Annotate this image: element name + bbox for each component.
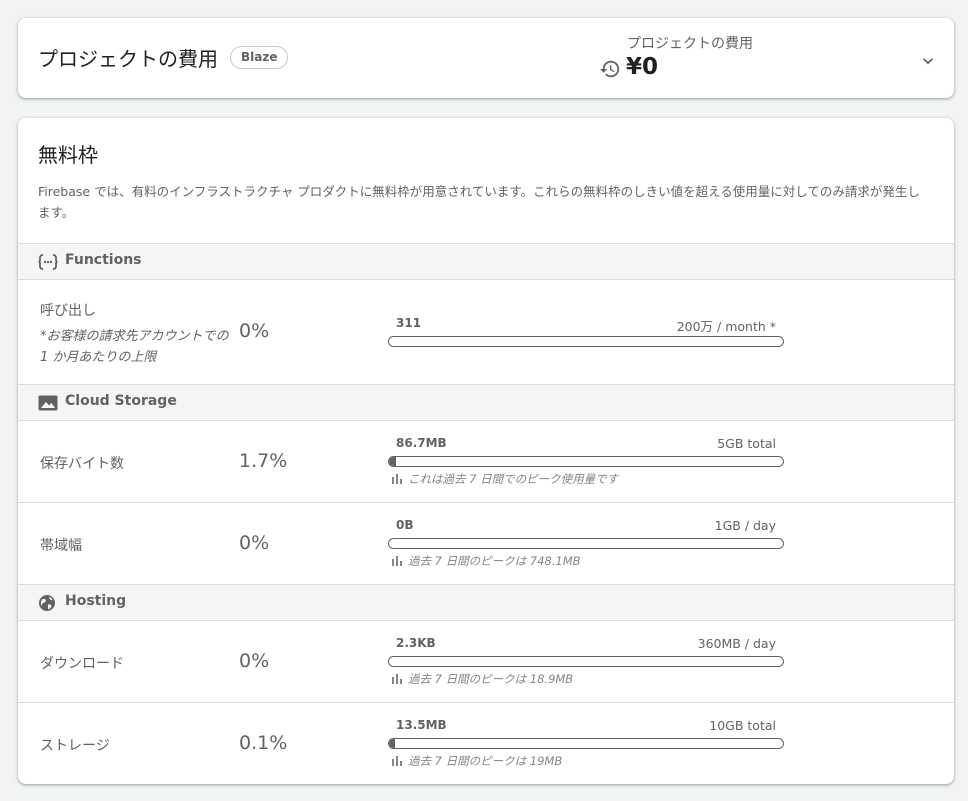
- usage-peak-text: これは過去 7 日間でのピーク使用量です: [408, 472, 619, 486]
- usage-percent: 1.7%: [239, 450, 288, 472]
- usage-peak: 過去 7 日間のピークは 19MB: [392, 753, 562, 769]
- usage-limit: 200万 / month *: [676, 319, 776, 334]
- usage-used: 311: [396, 316, 422, 330]
- usage-limit: 5GB total: [717, 436, 776, 451]
- usage-row-bandwidth: 帯域幅 0% 0B 1GB / day 過去 7 日間のピークは 748.1MB: [18, 503, 954, 585]
- usage-label: ダウンロード: [40, 656, 124, 672]
- section-title-hosting: Hosting: [65, 593, 127, 609]
- usage-bar: [388, 656, 784, 667]
- usage-percent: 0%: [239, 320, 270, 342]
- usage-label: 帯域幅: [40, 538, 82, 554]
- usage-percent: 0%: [239, 650, 270, 672]
- usage-bar: [388, 738, 784, 749]
- usage-used: 13.5MB: [396, 718, 447, 732]
- project-cost-title: プロジェクトの費用: [38, 47, 218, 71]
- usage-bar: [388, 456, 784, 467]
- usage-peak: 過去 7 日間のピークは 748.1MB: [392, 553, 581, 569]
- history-icon: [599, 60, 620, 78]
- usage-label: 呼び出し: [40, 303, 96, 319]
- usage-peak-text: 過去 7 日間のピークは 18.9MB: [408, 672, 574, 686]
- usage-peak: これは過去 7 日間でのピーク使用量です: [392, 471, 618, 487]
- usage-percent: 0%: [239, 532, 270, 554]
- usage-peak: 過去 7 日間のピークは 18.9MB: [392, 671, 573, 687]
- usage-bar: [388, 538, 784, 549]
- usage-limit: 360MB / day: [697, 636, 776, 651]
- free-tier-title: 無料枠: [38, 143, 98, 167]
- usage-used: 0B: [396, 518, 414, 532]
- usage-used: 86.7MB: [396, 436, 447, 450]
- usage-row-downloads: ダウンロード 0% 2.3KB 360MB / day 過去 7 日間のピークは…: [18, 621, 954, 703]
- usage-limit: 1GB / day: [714, 518, 776, 533]
- usage-note: *お客様の請求先アカウントでの 1 か月あたりの上限: [40, 329, 229, 365]
- section-header-functions: Functions: [18, 243, 954, 280]
- section-title-cloud-storage: Cloud Storage: [65, 393, 177, 409]
- free-tier-description: Firebase では、有料のインフラストラクチャ プロダクトに無料枠が用意され…: [38, 184, 920, 220]
- usage-limit: 10GB total: [709, 718, 776, 733]
- usage-peak-text: 過去 7 日間のピークは 748.1MB: [408, 554, 581, 568]
- project-cost-label: プロジェクトの費用: [627, 36, 753, 52]
- bar-chart-icon: [392, 474, 402, 484]
- image-icon: [38, 395, 58, 411]
- section-header-hosting: Hosting: [18, 584, 954, 621]
- plan-badge: Blaze: [230, 46, 289, 69]
- bar-chart-icon: [392, 756, 402, 766]
- project-cost-value: ¥0: [626, 54, 659, 80]
- chevron-down-icon[interactable]: [918, 51, 938, 71]
- usage-row-stored-bytes: 保存バイト数 1.7% 86.7MB 5GB total これは過去 7 日間で…: [18, 421, 954, 503]
- globe-icon: [39, 595, 55, 611]
- bar-chart-icon: [392, 674, 402, 684]
- usage-used: 2.3KB: [396, 636, 436, 650]
- usage-peak-text: 過去 7 日間のピークは 19MB: [408, 754, 563, 768]
- free-tier-card: 無料枠 Firebase では、有料のインフラストラクチャ プロダクトに無料枠が…: [18, 118, 954, 784]
- usage-label: 保存バイト数: [40, 456, 124, 472]
- section-header-cloud-storage: Cloud Storage: [18, 384, 954, 421]
- project-cost-card[interactable]: プロジェクトの費用 Blaze プロジェクトの費用 ¥0: [18, 18, 954, 98]
- usage-percent: 0.1%: [239, 732, 288, 754]
- section-title-functions: Functions: [65, 252, 142, 268]
- bar-chart-icon: [392, 556, 402, 566]
- usage-row-invocations: 呼び出し *お客様の請求先アカウントでの 1 か月あたりの上限 0% 311 2…: [18, 280, 954, 385]
- usage-label: ストレージ: [40, 738, 110, 754]
- usage-row-hosting-storage: ストレージ 0.1% 13.5MB 10GB total 過去 7 日間のピーク…: [18, 703, 954, 784]
- functions-icon: [38, 254, 58, 270]
- usage-bar: [388, 336, 784, 347]
